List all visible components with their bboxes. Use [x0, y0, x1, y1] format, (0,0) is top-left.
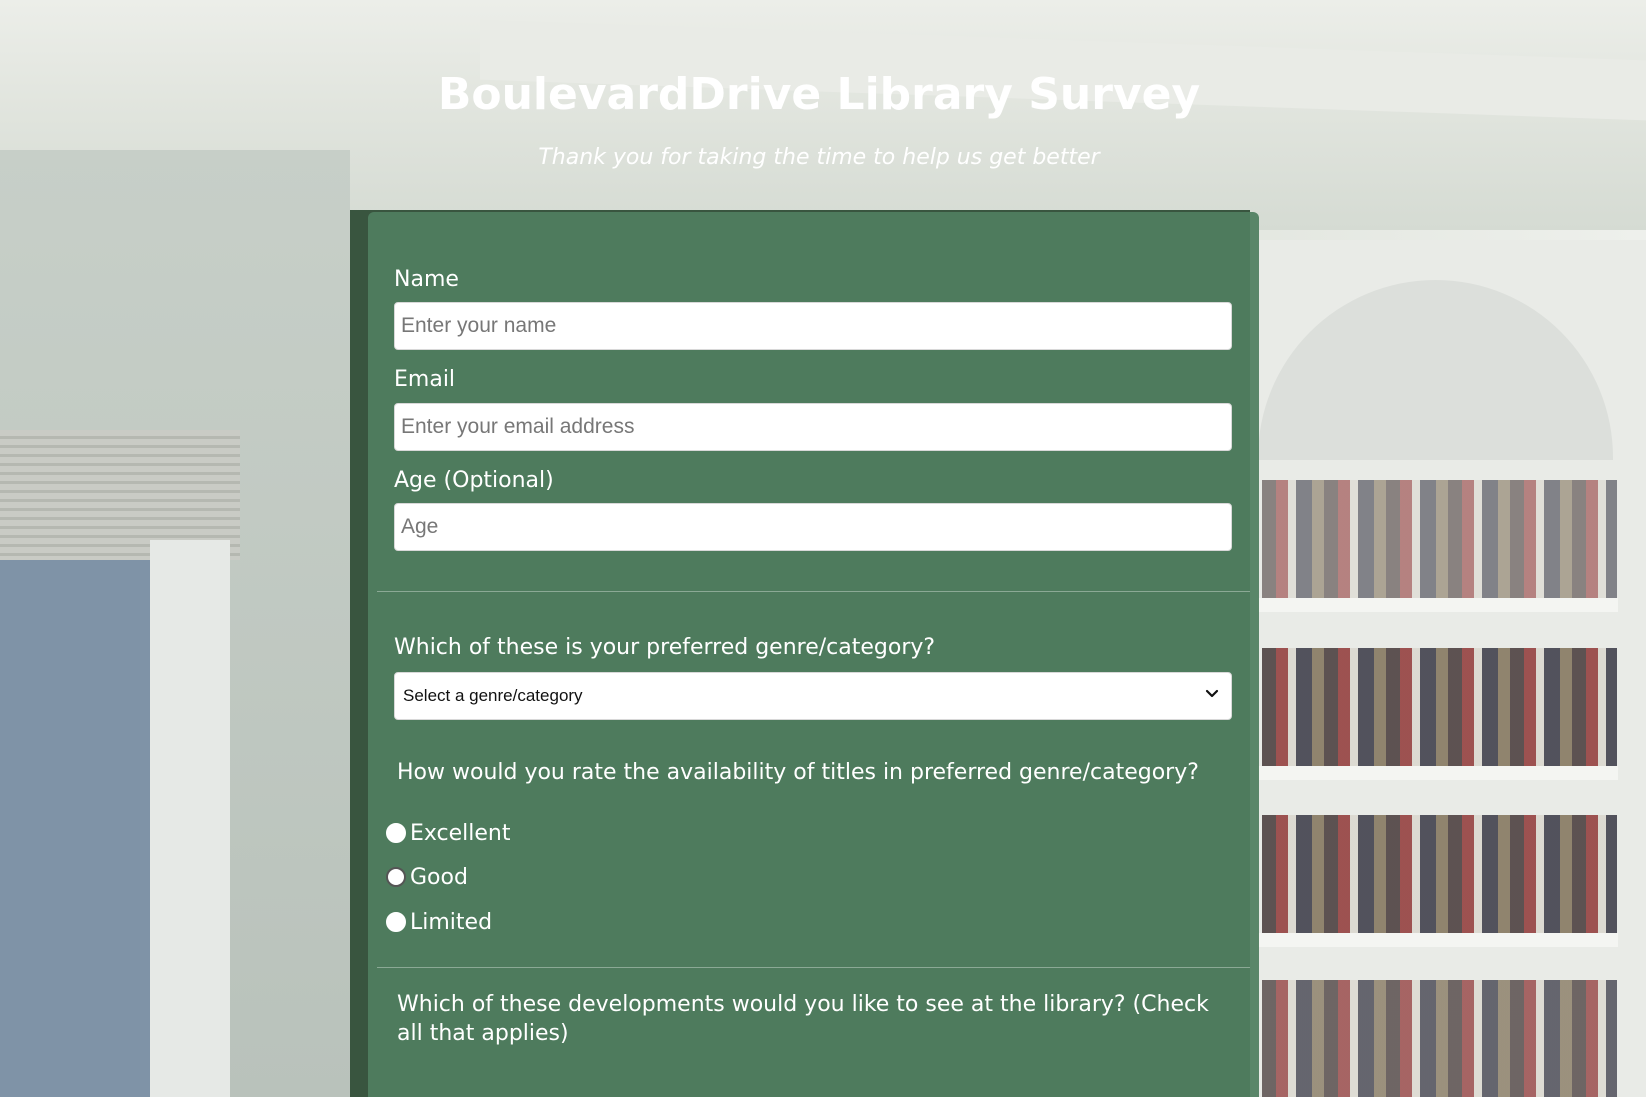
books-row	[1262, 980, 1617, 1097]
developments-question: Which of these developments would you li…	[397, 992, 1209, 1046]
survey-header: BoulevardDrive Library Survey Thank you …	[0, 60, 1646, 173]
section-divider	[377, 967, 1250, 968]
shelf-board	[1258, 598, 1618, 612]
section-divider	[377, 591, 1250, 592]
genre-select[interactable]: Select a genre/category	[394, 672, 1232, 720]
page-title: BoulevardDrive Library Survey	[437, 69, 1201, 120]
age-input[interactable]	[394, 503, 1232, 551]
genre-question: Which of these is your preferred genre/c…	[394, 635, 936, 660]
radio-label: Limited	[410, 909, 493, 935]
rating-option-excellent[interactable]: Excellent	[386, 818, 511, 848]
radio-label: Excellent	[410, 820, 511, 846]
survey-form: Name Email Age (Optional) Which of these…	[368, 212, 1259, 1097]
shelf-board	[1258, 766, 1618, 780]
window-frame	[150, 540, 230, 1097]
name-input[interactable]	[394, 302, 1232, 350]
window	[0, 560, 165, 1097]
radio-label: Good	[410, 864, 468, 890]
radio-button[interactable]	[386, 823, 406, 843]
email-label: Email	[394, 367, 456, 392]
page-subtitle: Thank you for taking the time to help us…	[538, 145, 1100, 170]
books-row	[1262, 648, 1617, 766]
age-label: Age (Optional)	[394, 468, 554, 493]
chevron-down-icon	[1205, 689, 1219, 698]
books-row	[1262, 480, 1617, 598]
email-input[interactable]	[394, 403, 1232, 451]
books-row	[1262, 815, 1617, 933]
genre-select-value: Select a genre/category	[403, 686, 583, 705]
radio-button[interactable]	[386, 867, 406, 887]
name-label: Name	[394, 267, 459, 292]
rating-question: How would you rate the availability of t…	[397, 760, 1199, 785]
shelf-board	[1258, 933, 1618, 947]
rating-option-good[interactable]: Good	[386, 862, 468, 892]
radio-button[interactable]	[386, 912, 406, 932]
rating-option-limited[interactable]: Limited	[386, 907, 492, 937]
